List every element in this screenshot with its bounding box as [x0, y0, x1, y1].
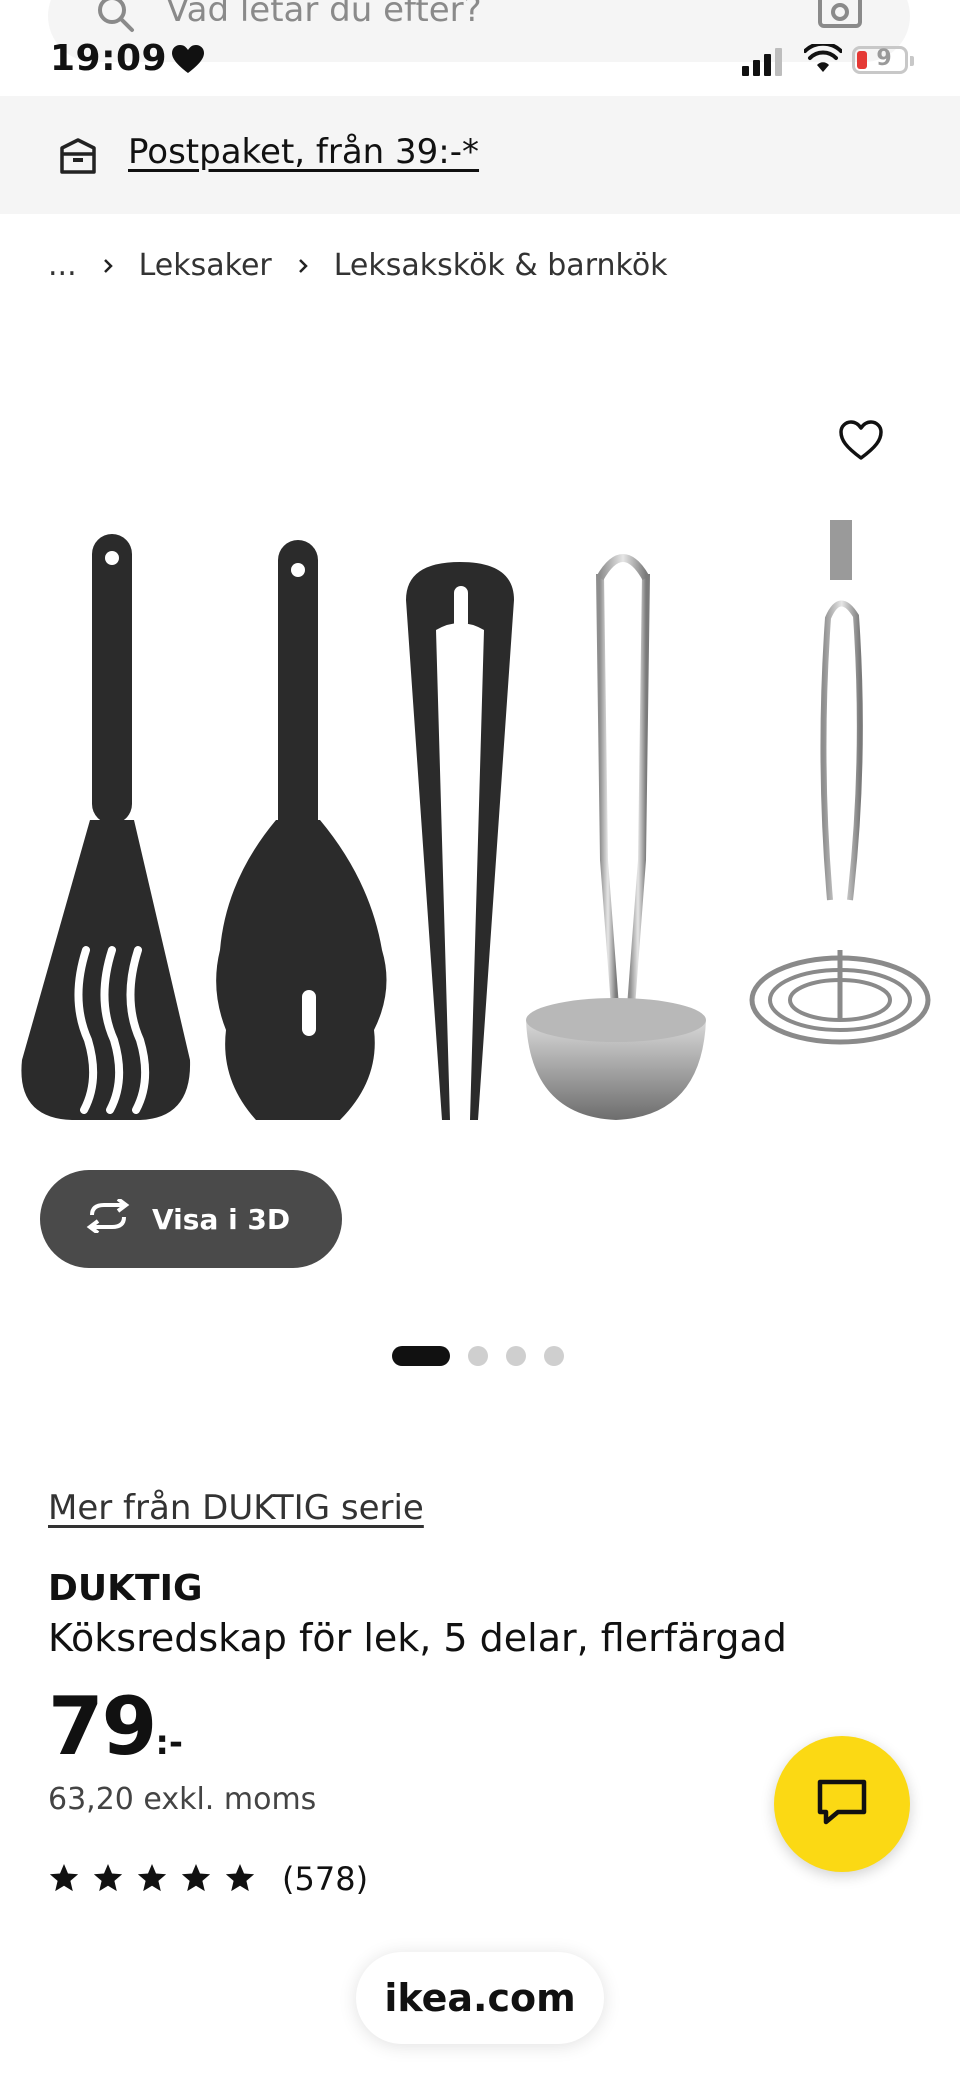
rating-stars[interactable]	[48, 1862, 256, 1894]
price-suffix: :-	[155, 1723, 184, 1763]
carousel-dot[interactable]	[468, 1346, 488, 1366]
price-integer: 79	[48, 1680, 157, 1773]
carousel-dot-active[interactable]	[392, 1346, 450, 1366]
breadcrumb: ... Leksaker Leksakskök & barnkök	[48, 248, 668, 283]
breadcrumb-ellipsis[interactable]: ...	[48, 248, 77, 283]
view-in-3d-label: Visa i 3D	[152, 1202, 291, 1236]
status-time: 19:09	[50, 38, 168, 79]
favorite-heart-icon[interactable]	[838, 420, 884, 466]
breadcrumb-item-leksakskok[interactable]: Leksakskök & barnkök	[334, 248, 668, 283]
shipping-link[interactable]: Postpaket, från 39:-*	[128, 132, 479, 172]
chat-icon	[816, 1778, 868, 1830]
ladle-illustration	[526, 554, 706, 1120]
star-icon	[181, 1864, 211, 1892]
star-icon	[225, 1864, 255, 1892]
star-icon	[49, 1864, 79, 1892]
battery-level: 9	[876, 46, 892, 71]
shipping-banner[interactable]: Postpaket, från 39:-*	[0, 96, 960, 214]
battery-icon: 9	[852, 46, 914, 74]
tongs-illustration	[406, 562, 514, 1120]
rotate-3d-icon	[84, 1196, 132, 1240]
browser-url-bar[interactable]: ikea.com	[356, 1952, 604, 2044]
review-count[interactable]: (578)	[282, 1860, 368, 1898]
chevron-right-icon	[103, 258, 113, 273]
signal-icon	[742, 48, 784, 80]
product-brand: DUKTIG	[48, 1568, 203, 1609]
series-link[interactable]: Mer från DUKTIG serie	[48, 1488, 424, 1528]
browser-url: ikea.com	[384, 1976, 576, 2020]
carousel-indicator	[392, 1346, 564, 1366]
heart-icon	[172, 45, 204, 79]
breadcrumb-item-leksaker[interactable]: Leksaker	[139, 248, 272, 283]
product-image[interactable]	[0, 520, 960, 1180]
price-excl-vat: 63,20 exkl. moms	[48, 1782, 317, 1817]
chevron-right-icon	[298, 258, 308, 273]
whisk-illustration	[749, 520, 931, 1045]
product-price: 79:-	[48, 1680, 183, 1773]
star-icon	[93, 1864, 123, 1892]
chat-button[interactable]	[774, 1736, 910, 1872]
view-in-3d-button[interactable]: Visa i 3D	[40, 1170, 342, 1268]
spatula-illustration	[21, 534, 191, 1120]
status-bar: 19:09 9	[0, 0, 960, 94]
wifi-icon	[803, 41, 843, 78]
carousel-dot[interactable]	[506, 1346, 526, 1366]
pasta-spoon-illustration	[216, 540, 387, 1120]
product-description: Köksredskap för lek, 5 delar, flerfärgad	[48, 1616, 787, 1660]
parcel-icon	[56, 134, 100, 182]
star-icon	[137, 1864, 167, 1892]
carousel-dot[interactable]	[544, 1346, 564, 1366]
